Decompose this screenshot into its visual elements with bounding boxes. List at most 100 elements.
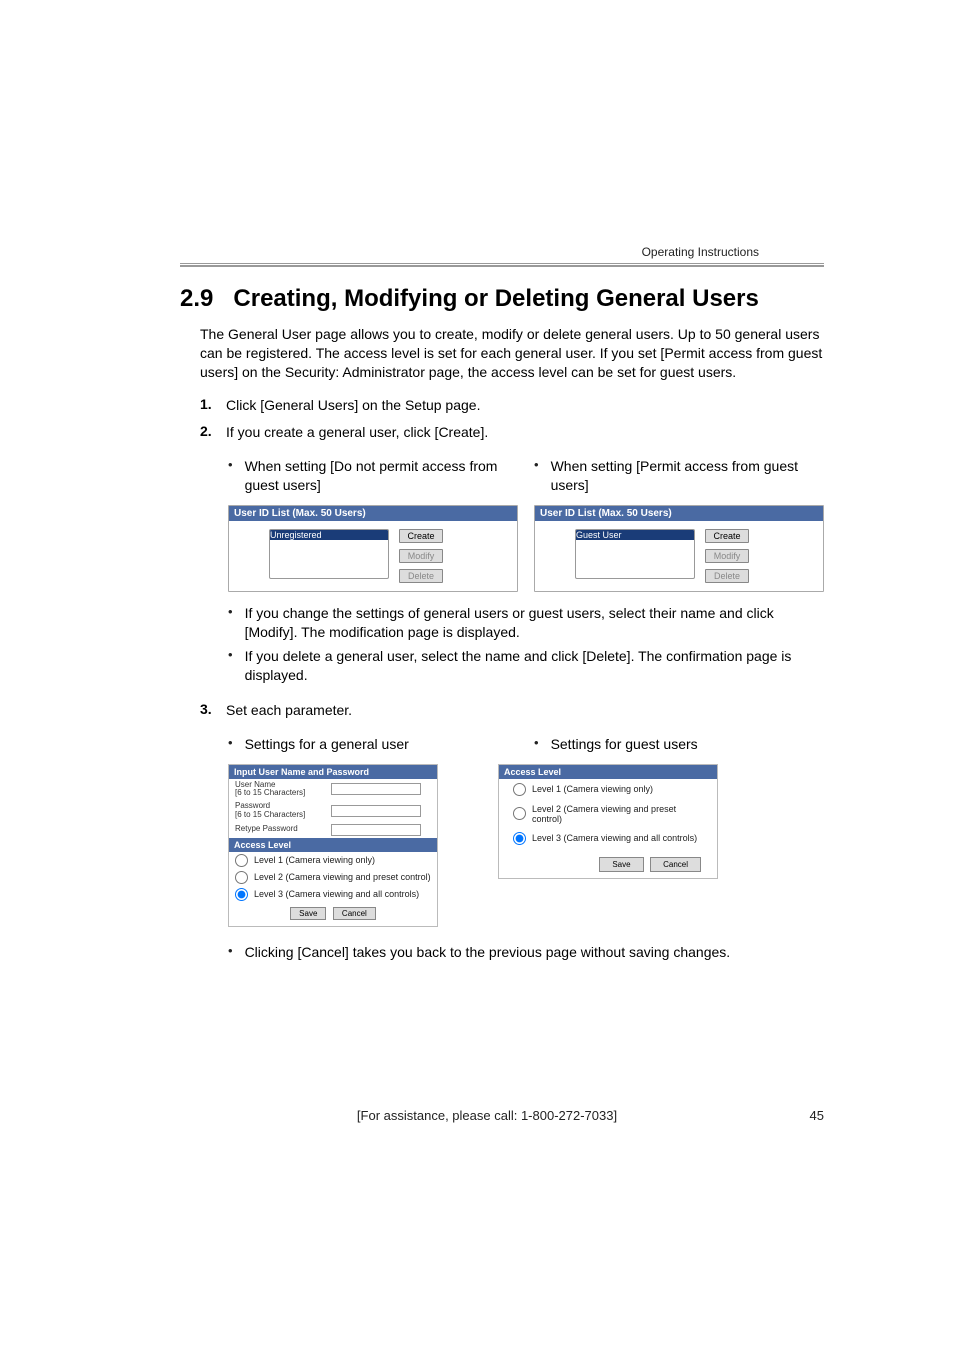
user-id-list-right-body: Guest User Create Modify Delete xyxy=(535,521,823,591)
user-id-list-left: User ID List (Max. 50 Users) Unregistere… xyxy=(228,505,518,592)
general-level-3-radio[interactable] xyxy=(235,888,248,901)
user-id-list-right: User ID List (Max. 50 Users) Guest User … xyxy=(534,505,824,592)
step-1-number: 1. xyxy=(200,396,226,412)
header-product-label: Operating Instructions xyxy=(642,245,759,259)
save-button[interactable]: Save xyxy=(290,907,326,920)
general-level-1-label: Level 1 (Camera viewing only) xyxy=(254,855,375,865)
general-password-row: Password [6 to 15 Characters] xyxy=(229,800,437,822)
page-footer: [For assistance, please call: 1-800-272-… xyxy=(180,1108,824,1123)
general-password-input[interactable] xyxy=(331,805,421,817)
settings-label-general: • Settings for a general user xyxy=(228,735,518,754)
delete-button: Delete xyxy=(399,569,443,583)
user-id-list-right-title: User ID List (Max. 50 Users) xyxy=(535,506,823,521)
settings-label-general-text: Settings for a general user xyxy=(245,735,409,754)
steps-list-2: 3. Set each parameter. xyxy=(200,701,824,721)
settings-label-guest-text: Settings for guest users xyxy=(551,735,698,754)
general-level-2-radio[interactable] xyxy=(235,871,248,884)
cancel-note-bullet: • Clicking [Cancel] takes you back to th… xyxy=(228,943,824,962)
save-button[interactable]: Save xyxy=(599,857,643,872)
step-2: 2. If you create a general user, click [… xyxy=(200,423,824,443)
user-id-list-left-buttons: Create Modify Delete xyxy=(399,529,443,583)
user-id-list-row: User ID List (Max. 50 Users) Unregistere… xyxy=(228,505,824,592)
guest-level-2-radio[interactable] xyxy=(513,807,526,820)
guest-panel-header: Access Level xyxy=(499,765,717,779)
bullet-icon: • xyxy=(228,943,233,962)
section-title: 2.9 Creating, Modifying or Deleting Gene… xyxy=(180,285,824,313)
create-button[interactable]: Create xyxy=(399,529,443,543)
general-level-2-row: Level 2 (Camera viewing and preset contr… xyxy=(229,869,437,886)
sub-bullet-modify: • If you change the settings of general … xyxy=(228,604,824,642)
general-level-2-label: Level 2 (Camera viewing and preset contr… xyxy=(254,872,431,882)
guest-level-2-label: Level 2 (Camera viewing and preset contr… xyxy=(532,804,703,824)
modify-button: Modify xyxy=(705,549,749,563)
user-id-list-right-buttons: Create Modify Delete xyxy=(705,529,749,583)
step-3: 3. Set each parameter. xyxy=(200,701,824,721)
general-username-row: User Name [6 to 15 Characters] xyxy=(229,779,437,801)
guest-level-1-label: Level 1 (Camera viewing only) xyxy=(532,784,653,794)
guest-level-1-row: Level 1 (Camera viewing only) xyxy=(499,779,717,800)
section-number: 2.9 xyxy=(180,285,213,312)
sub-bullet-delete-text: If you delete a general user, select the… xyxy=(245,647,824,685)
permit-mode-right: • When setting [Permit access from guest… xyxy=(534,457,824,495)
user-id-list-left-title: User ID List (Max. 50 Users) xyxy=(229,506,517,521)
step-1: 1. Click [General Users] on the Setup pa… xyxy=(200,396,824,416)
general-level-3-label: Level 3 (Camera viewing and all controls… xyxy=(254,889,419,899)
cancel-button[interactable]: Cancel xyxy=(650,857,701,872)
guest-level-2-row: Level 2 (Camera viewing and preset contr… xyxy=(499,800,717,828)
footer-page-number: 45 xyxy=(794,1108,824,1123)
step-1-text: Click [General Users] on the Setup page. xyxy=(226,396,824,416)
delete-button: Delete xyxy=(705,569,749,583)
general-panel-header: Input User Name and Password xyxy=(229,765,437,779)
bullet-icon: • xyxy=(228,457,233,495)
guest-level-3-radio[interactable] xyxy=(513,832,526,845)
general-password-label: Password [6 to 15 Characters] xyxy=(235,802,325,820)
sub-bullet-delete: • If you delete a general user, select t… xyxy=(228,647,824,685)
guest-level-3-row: Level 3 (Camera viewing and all controls… xyxy=(499,828,717,849)
user-id-list-right-select[interactable]: Guest User xyxy=(575,529,695,579)
bullet-icon: • xyxy=(534,735,539,754)
user-id-list-right-option[interactable]: Guest User xyxy=(576,530,694,541)
guest-user-settings-panel: Access Level Level 1 (Camera viewing onl… xyxy=(498,764,718,879)
manual-page: Operating Instructions 2.9 Creating, Mod… xyxy=(0,0,954,1351)
user-id-list-left-body: Unregistered Create Modify Delete xyxy=(229,521,517,591)
general-retype-input[interactable] xyxy=(331,824,421,836)
cancel-note-text: Clicking [Cancel] takes you back to the … xyxy=(245,943,731,962)
guest-button-row: Save Cancel xyxy=(499,853,717,878)
general-level-3-row: Level 3 (Camera viewing and all controls… xyxy=(229,886,437,903)
step-2-text: If you create a general user, click [Cre… xyxy=(226,423,824,443)
bullet-icon: • xyxy=(228,647,233,685)
general-retype-label: Retype Password xyxy=(235,825,325,834)
page-content: 2.9 Creating, Modifying or Deleting Gene… xyxy=(0,240,954,962)
permit-mode-row: • When setting [Do not permit access fro… xyxy=(228,457,824,495)
footer-assistance: [For assistance, please call: 1-800-272-… xyxy=(180,1108,794,1123)
user-id-list-left-option[interactable]: Unregistered xyxy=(270,530,388,541)
step-2-number: 2. xyxy=(200,423,226,439)
cancel-button[interactable]: Cancel xyxy=(333,907,376,920)
settings-panels-row: Input User Name and Password User Name [… xyxy=(228,764,824,927)
settings-labels-row: • Settings for a general user • Settings… xyxy=(228,735,824,754)
bullet-icon: • xyxy=(228,604,233,642)
guest-level-1-radio[interactable] xyxy=(513,783,526,796)
user-id-list-left-select[interactable]: Unregistered xyxy=(269,529,389,579)
section-intro: The General User page allows you to crea… xyxy=(200,325,824,382)
cancel-note-wrap: • Clicking [Cancel] takes you back to th… xyxy=(228,943,824,962)
general-level-1-radio[interactable] xyxy=(235,854,248,867)
guest-level-3-label: Level 3 (Camera viewing and all controls… xyxy=(532,833,697,843)
header-rule-bottom xyxy=(180,265,824,267)
permit-mode-left-text: When setting [Do not permit access from … xyxy=(245,457,518,495)
general-access-level-header: Access Level xyxy=(229,838,437,852)
steps-list: 1. Click [General Users] on the Setup pa… xyxy=(200,396,824,443)
bullet-icon: • xyxy=(534,457,539,495)
general-button-row: Save Cancel xyxy=(229,903,437,926)
general-username-input[interactable] xyxy=(331,783,421,795)
step-3-text: Set each parameter. xyxy=(226,701,824,721)
step-2-sub-bullets: • If you change the settings of general … xyxy=(228,604,824,686)
permit-mode-left: • When setting [Do not permit access fro… xyxy=(228,457,518,495)
permit-mode-right-text: When setting [Permit access from guest u… xyxy=(551,457,824,495)
sub-bullet-modify-text: If you change the settings of general us… xyxy=(245,604,824,642)
create-button[interactable]: Create xyxy=(705,529,749,543)
section-title-text: Creating, Modifying or Deleting General … xyxy=(233,285,758,312)
general-username-label: User Name [6 to 15 Characters] xyxy=(235,781,325,799)
header-rule-top xyxy=(180,263,824,264)
general-retype-row: Retype Password xyxy=(229,822,437,838)
